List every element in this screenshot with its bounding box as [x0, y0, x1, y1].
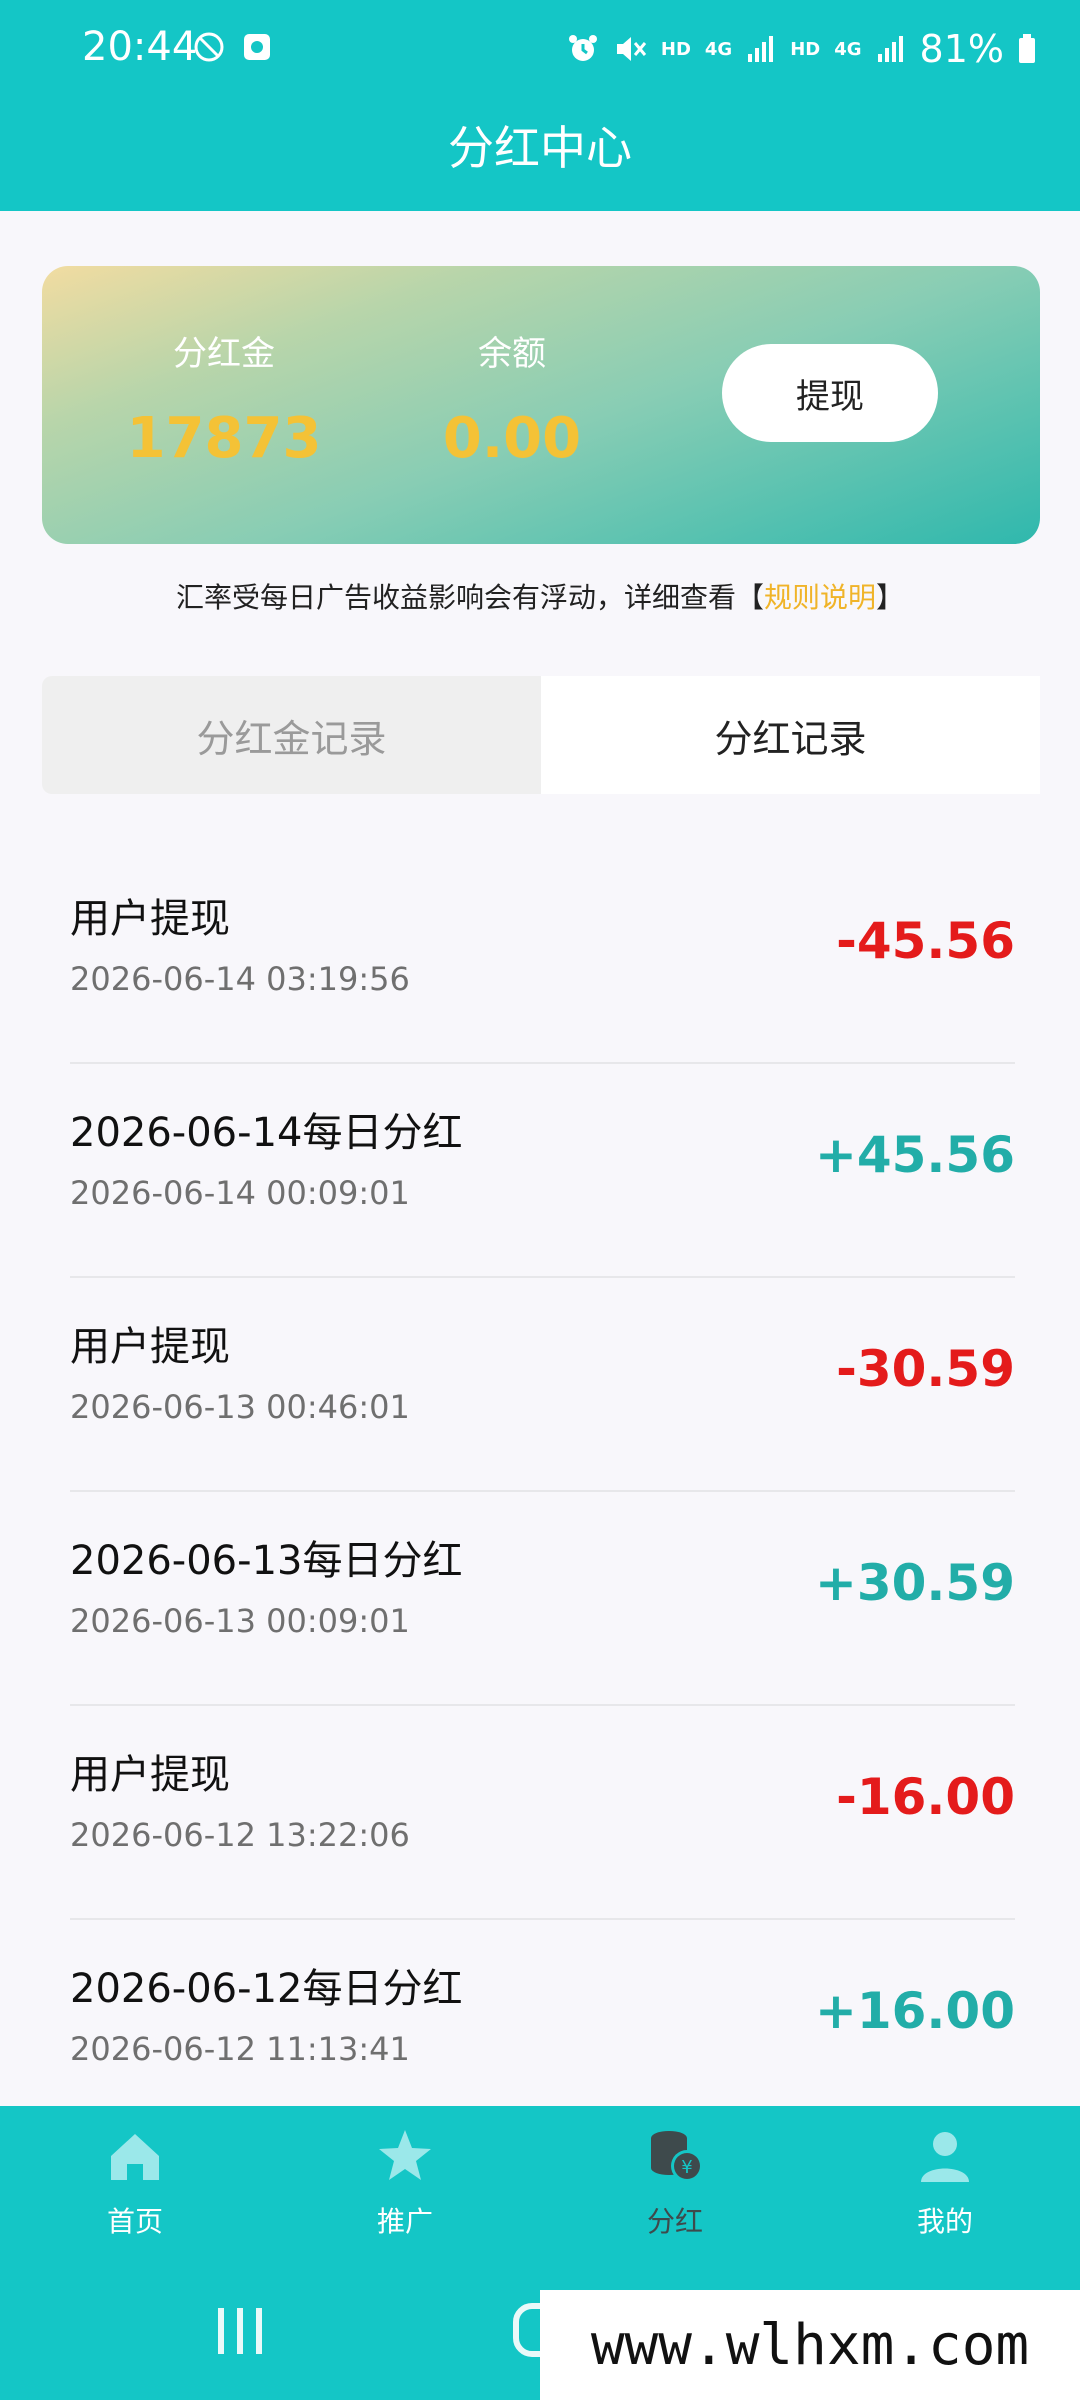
status-right: HD 4G HD 4G 81%	[567, 24, 1036, 74]
list-item[interactable]: 2026-06-13每日分红 2026-06-13 00:09:01 +30.5…	[70, 1492, 1015, 1706]
signal-icon	[877, 36, 903, 62]
star-icon	[379, 2130, 431, 2180]
signal-icon	[748, 36, 774, 62]
nav-item-mine[interactable]: 我的	[870, 2126, 1020, 2240]
nav-item-dividend[interactable]: ¥ 分红	[600, 2126, 750, 2240]
recent-apps-icon[interactable]	[210, 2300, 270, 2360]
battery-icon	[1019, 34, 1035, 63]
status-bar: 20:44 HD 4G HD 4G 81%	[0, 0, 1080, 100]
tab-dividend-gold-records[interactable]: 分红金记录	[42, 676, 541, 794]
top-bar: 20:44 HD 4G HD 4G 81% 分红中心	[0, 0, 1080, 211]
record-title: 用户提现	[70, 1752, 230, 1798]
record-time: 2026-06-12 11:13:41	[70, 2030, 410, 2068]
coins-icon: ¥	[651, 2131, 703, 2182]
record-amount: +16.00	[814, 1982, 1015, 2040]
nav-label-home: 首页	[106, 2205, 163, 2238]
notice-suffix: 】	[876, 581, 905, 614]
watermark: www.wlhxm.com	[540, 2290, 1080, 2400]
network-tag-1: HD	[660, 38, 691, 60]
status-time: 20:44	[82, 24, 198, 70]
network-tag-3: HD	[790, 38, 821, 60]
record-amount: -16.00	[836, 1768, 1015, 1826]
mute-icon	[616, 37, 647, 61]
record-time: 2026-06-13 00:09:01	[70, 1602, 410, 1640]
record-title: 2026-06-14每日分红	[70, 1110, 463, 1156]
page-title: 分红中心	[448, 121, 632, 175]
list-item[interactable]: 2026-06-12每日分红 2026-06-12 11:13:41 +16.0…	[70, 1920, 1015, 2134]
record-title: 2026-06-12每日分红	[70, 1966, 463, 2012]
dividend-label: 分红金	[173, 334, 275, 374]
battery-percent: 81%	[919, 27, 1004, 71]
balance-value: 0.00	[442, 406, 582, 471]
record-time: 2026-06-14 00:09:01	[70, 1174, 410, 1212]
app-notification-icon	[244, 34, 270, 60]
user-icon	[921, 2132, 969, 2182]
record-title: 用户提现	[70, 1324, 230, 1370]
withdraw-button[interactable]: 提现	[722, 344, 938, 442]
record-time: 2026-06-14 03:19:56	[70, 960, 410, 998]
record-title: 用户提现	[70, 896, 230, 942]
nav-label-mine: 我的	[916, 2205, 973, 2238]
home-icon	[111, 2134, 159, 2180]
svg-text:¥: ¥	[681, 2157, 692, 2178]
alarm-icon	[568, 35, 597, 61]
record-title: 2026-06-13每日分红	[70, 1538, 463, 1584]
list-item[interactable]: 2026-06-14每日分红 2026-06-14 00:09:01 +45.5…	[70, 1064, 1015, 1278]
do-not-disturb-icon	[194, 32, 224, 62]
record-tabs: 分红金记录 分红记录	[42, 676, 1040, 794]
list-item[interactable]: 用户提现 2026-06-12 13:22:06 -16.00	[70, 1706, 1015, 1920]
nav-item-home[interactable]: 首页	[60, 2126, 210, 2240]
network-tag-4: 4G	[834, 38, 862, 60]
notice-text: 汇率受每日广告收益影响会有浮动，详细查看【	[175, 581, 764, 614]
dividend-value: 17873	[126, 406, 322, 471]
record-time: 2026-06-12 13:22:06	[70, 1816, 410, 1854]
balance-label: 余额	[478, 334, 546, 374]
record-amount: +30.59	[814, 1554, 1015, 1612]
network-tag-2: 4G	[704, 38, 733, 60]
list-item[interactable]: 用户提现 2026-06-14 03:19:56 -45.56	[70, 850, 1015, 1064]
dividend-summary-card: 分红金 17873 余额 0.00 提现	[42, 266, 1040, 544]
rules-link[interactable]: 规则说明	[764, 581, 876, 614]
nav-label-promote: 推广	[376, 2205, 433, 2238]
list-item[interactable]: 用户提现 2026-06-13 00:46:01 -30.59	[70, 1278, 1015, 1492]
record-amount: +45.56	[814, 1126, 1015, 1184]
records-list: 用户提现 2026-06-14 03:19:56 -45.56 2026-06-…	[70, 850, 1015, 2134]
nav-item-promote[interactable]: 推广	[330, 2126, 480, 2240]
nav-label-dividend: 分红	[646, 2205, 703, 2238]
tab-dividend-records[interactable]: 分红记录	[541, 676, 1040, 794]
exchange-rate-notice: 汇率受每日广告收益影响会有浮动，详细查看【规则说明】	[0, 576, 1080, 616]
record-amount: -45.56	[836, 912, 1015, 970]
record-amount: -30.59	[836, 1340, 1015, 1398]
record-time: 2026-06-13 00:46:01	[70, 1388, 410, 1426]
